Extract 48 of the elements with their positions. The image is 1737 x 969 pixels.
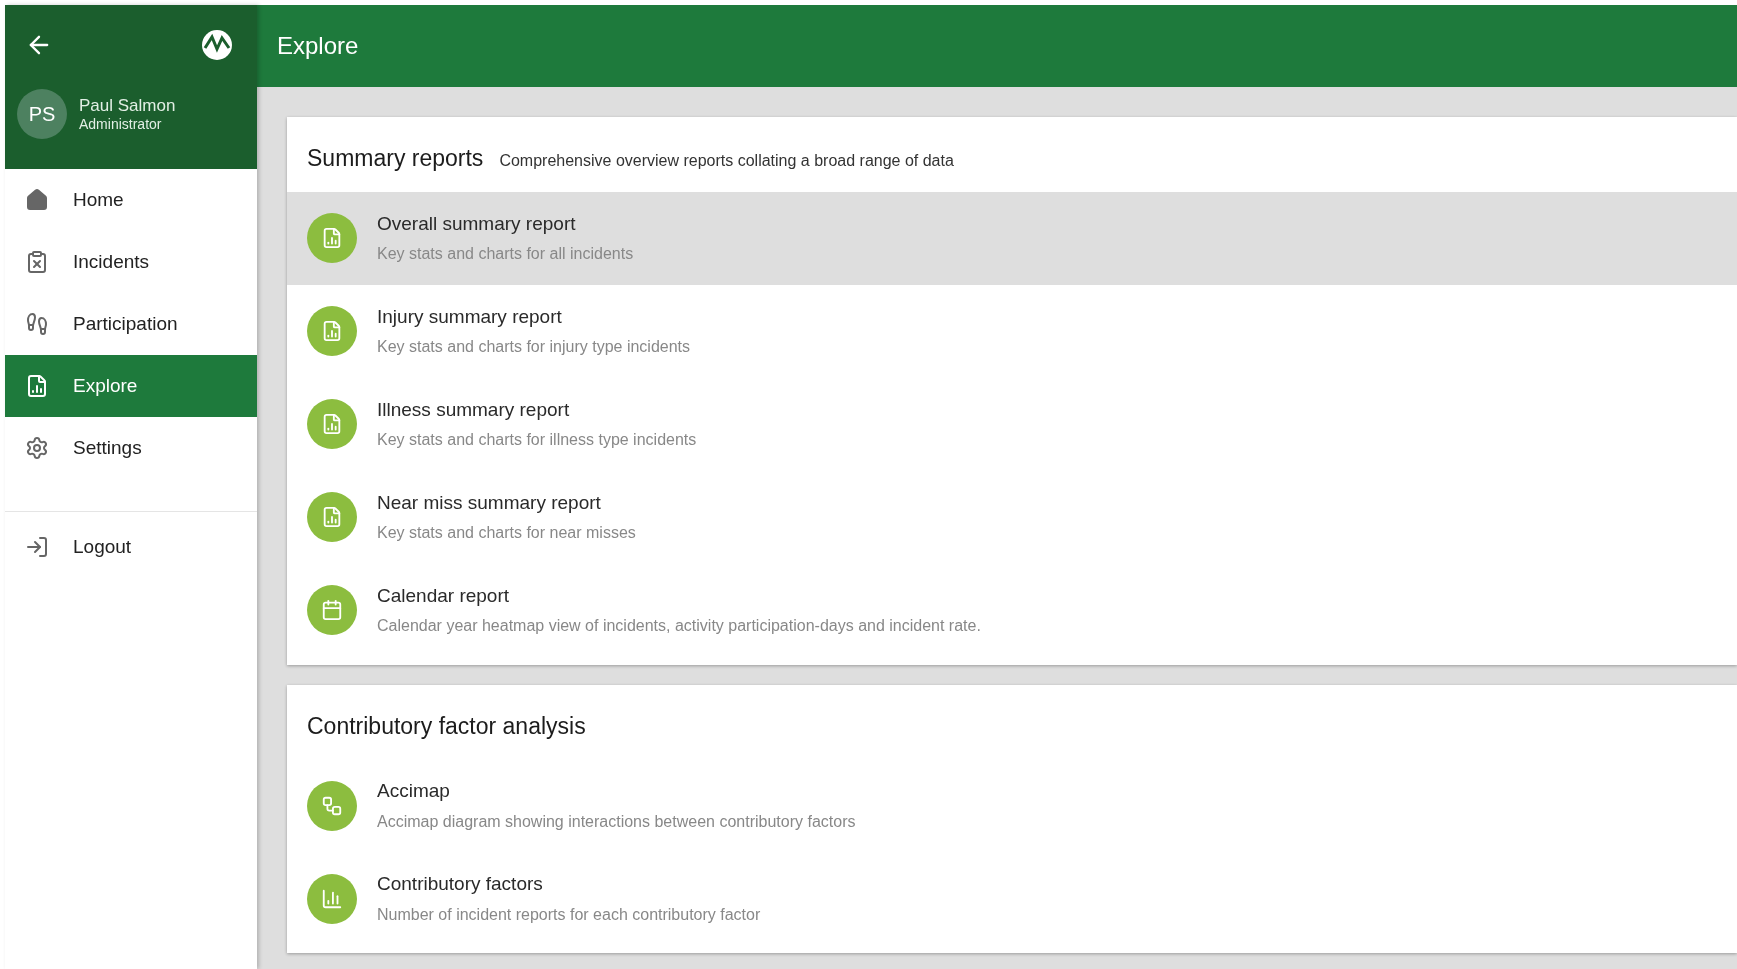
report-title: Injury summary report — [377, 304, 563, 329]
footprints-icon — [25, 312, 49, 336]
user-role: Administrator — [79, 115, 163, 134]
section-subtitle: Comprehensive overview reports collating a broad range of data — [499, 151, 954, 171]
nav-item[interactable]: Settings — [5, 417, 257, 479]
report-title: Overall summary report — [377, 211, 577, 236]
nav-item[interactable]: Logout — [5, 516, 257, 578]
diagram-icon — [307, 780, 357, 831]
user-name: Paul Salmon — [79, 94, 176, 116]
calendar-icon — [307, 585, 357, 635]
report-title: Calendar report — [377, 583, 511, 608]
report-title: Illness summary report — [377, 397, 571, 422]
nav-item[interactable]: Incidents — [5, 231, 257, 293]
report-item[interactable]: Injury summary report Key stats and charts for injury type incidents — [287, 284, 1737, 378]
report-item[interactable]: Calendar report Calendar year heatmap view of incidents, activity participation-days and incident rate. — [287, 563, 1737, 657]
report-item[interactable]: Illness summary report Key stats and charts for illness type incidents — [287, 377, 1737, 471]
report-icon — [307, 492, 357, 542]
page-title: Explore — [277, 31, 359, 61]
clipboard-icon — [25, 250, 49, 274]
avatar: PS — [17, 89, 67, 139]
bar-chart-icon — [307, 873, 357, 924]
nav-item[interactable]: Home — [5, 169, 257, 231]
report-icon — [25, 374, 49, 398]
report-icon — [307, 306, 357, 356]
report-title: Near miss summary report — [377, 490, 602, 515]
report-description: Key stats and charts for injury type incidents — [377, 337, 691, 358]
nav-item[interactable]: Explore — [5, 355, 257, 417]
report-icon — [307, 399, 357, 449]
report-item[interactable]: Accimap Accimap diagram showing interactions between contributory factors — [287, 759, 1737, 852]
report-description: Key stats and charts for all incidents — [377, 244, 634, 265]
report-description: Key stats and charts for illness type incidents — [377, 430, 697, 451]
report-description: Calendar year heatmap view of incidents, activity participation-days and incident rate. — [377, 616, 981, 637]
report-title: Contributory factors — [377, 872, 544, 897]
section-title: Summary reports — [307, 144, 484, 173]
logout-icon — [25, 535, 49, 559]
settings-icon — [25, 436, 49, 460]
report-description: Key stats and charts for near misses — [377, 523, 636, 544]
report-title: Accimap — [377, 779, 451, 804]
logo-icon — [201, 29, 233, 61]
report-item[interactable]: Near miss summary report Key stats and charts for near misses — [287, 470, 1737, 564]
report-icon — [307, 213, 357, 263]
nav-item[interactable]: Participation — [5, 293, 257, 355]
section-title: Contributory factor analysis — [307, 711, 586, 741]
report-item[interactable]: Overall summary report Key stats and charts for all incidents — [287, 191, 1737, 285]
report-description: Number of incident reports for each contributory factor — [377, 904, 761, 925]
home-icon — [25, 188, 49, 212]
report-item[interactable]: Contributory factors Number of incident reports for each contributory factor — [287, 852, 1737, 945]
report-description: Accimap diagram showing interactions between contributory factors — [377, 811, 856, 832]
